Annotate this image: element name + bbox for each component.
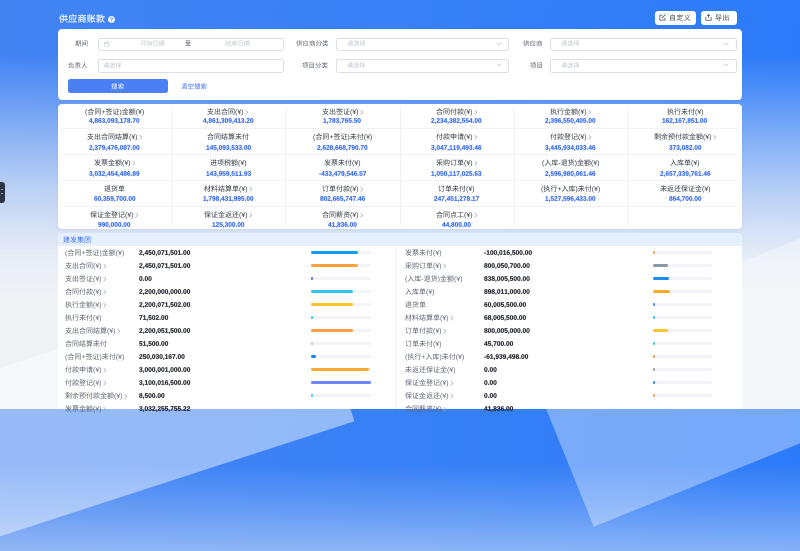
svg-text:?: ? [110, 17, 113, 23]
